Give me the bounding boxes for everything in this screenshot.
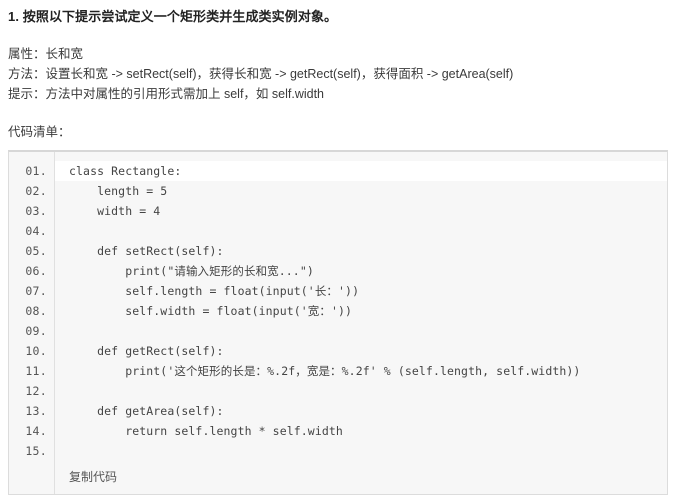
code-line: def getArea(self): — [69, 404, 224, 418]
document-page: 1. 按照以下提示尝试定义一个矩形类并生成类实例对象。 属性：长和宽 方法：设置… — [0, 0, 675, 501]
code-line: self.width = float(input('宽：')) — [69, 304, 353, 318]
code-block: 01. 02. 03. 04. 05. 06. 07. 08. 09. 10. … — [8, 150, 668, 495]
line-number: 14. — [25, 424, 47, 438]
line-number: 04. — [25, 224, 47, 238]
line-number: 11. — [25, 364, 47, 378]
line-number: 12. — [25, 384, 47, 398]
question-title: 1. 按照以下提示尝试定义一个矩形类并生成类实例对象。 — [8, 9, 338, 24]
code-line: def setRect(self): — [69, 244, 224, 258]
code-line: class Rectangle: — [55, 161, 667, 181]
line-number: 05. — [25, 244, 47, 258]
copy-code-button[interactable]: 复制代码 — [69, 467, 667, 487]
line-number: 06. — [25, 264, 47, 278]
line-number: 10. — [25, 344, 47, 358]
line-number: 13. — [25, 404, 47, 418]
spec-line-attributes: 属性：长和宽 — [8, 47, 84, 61]
code-list-label: 代码清单： — [8, 125, 71, 139]
code-line: def getRect(self): — [69, 344, 224, 358]
code-line: self.length = float(input('长：')) — [69, 284, 360, 298]
spec-line-hint: 提示：方法中对属性的引用形式需加上 self，如 self.width — [8, 87, 325, 101]
code-line: width = 4 — [69, 204, 161, 218]
line-number: 02. — [25, 184, 47, 198]
line-number: 15. — [25, 444, 47, 458]
line-number: 03. — [25, 204, 47, 218]
question-prose: 1. 按照以下提示尝试定义一个矩形类并生成类实例对象。 属性：长和宽 方法：设置… — [0, 0, 675, 142]
spec-line-methods: 方法：设置长和宽 -> setRect(self)，获得长和宽 -> getRe… — [8, 67, 514, 81]
code-line: print("请输入矩形的长和宽...") — [69, 264, 314, 278]
code-gutter: 01. 02. 03. 04. 05. 06. 07. 08. 09. 10. … — [9, 152, 55, 494]
line-number: 07. — [25, 284, 47, 298]
code-line: print('这个矩形的长是：%.2f，宽是：%.2f' % (self.len… — [69, 364, 581, 378]
code-line: return self.length * self.width — [69, 424, 343, 438]
line-number: 09. — [25, 324, 47, 338]
code-content[interactable]: class Rectangle: length = 5 width = 4 de… — [55, 152, 667, 494]
code-line: length = 5 — [69, 184, 168, 198]
question-spec-list: 属性：长和宽 方法：设置长和宽 -> setRect(self)，获得长和宽 -… — [8, 44, 665, 104]
line-number: 01. — [25, 164, 47, 178]
code-block-inner: 01. 02. 03. 04. 05. 06. 07. 08. 09. 10. … — [9, 152, 667, 494]
line-number: 08. — [25, 304, 47, 318]
